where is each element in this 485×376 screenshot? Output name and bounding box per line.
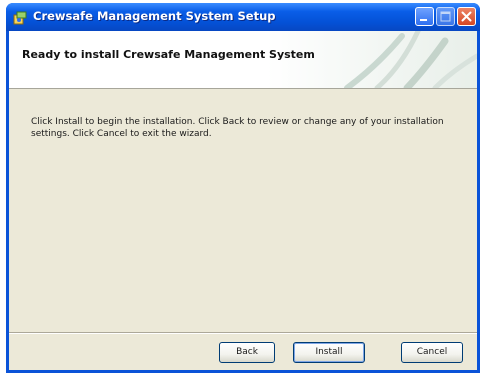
title-bar[interactable]: Crewsafe Management System Setup: [6, 3, 480, 31]
close-button[interactable]: [457, 7, 476, 26]
setup-window: Crewsafe Management System Setup Ready t…: [6, 3, 480, 373]
page-title: Ready to install Crewsafe Management Sys…: [22, 48, 315, 61]
back-button[interactable]: Back: [219, 342, 275, 363]
minimize-icon: [420, 19, 427, 21]
installer-icon: [13, 10, 27, 25]
dialog-client-area: Ready to install Crewsafe Management Sys…: [9, 31, 477, 370]
maximize-icon: [440, 11, 451, 22]
header-banner: Ready to install Crewsafe Management Sys…: [9, 31, 477, 89]
cancel-button[interactable]: Cancel: [401, 342, 463, 363]
banner-swoosh-graphic: [344, 31, 477, 88]
minimize-button[interactable]: [415, 7, 434, 26]
close-icon: [461, 11, 472, 22]
instructions-text: Click Install to begin the installation.…: [31, 117, 444, 139]
install-button[interactable]: Install: [293, 342, 365, 363]
button-separator: [9, 332, 477, 334]
maximize-button[interactable]: [436, 7, 455, 26]
window-title: Crewsafe Management System Setup: [33, 9, 276, 23]
